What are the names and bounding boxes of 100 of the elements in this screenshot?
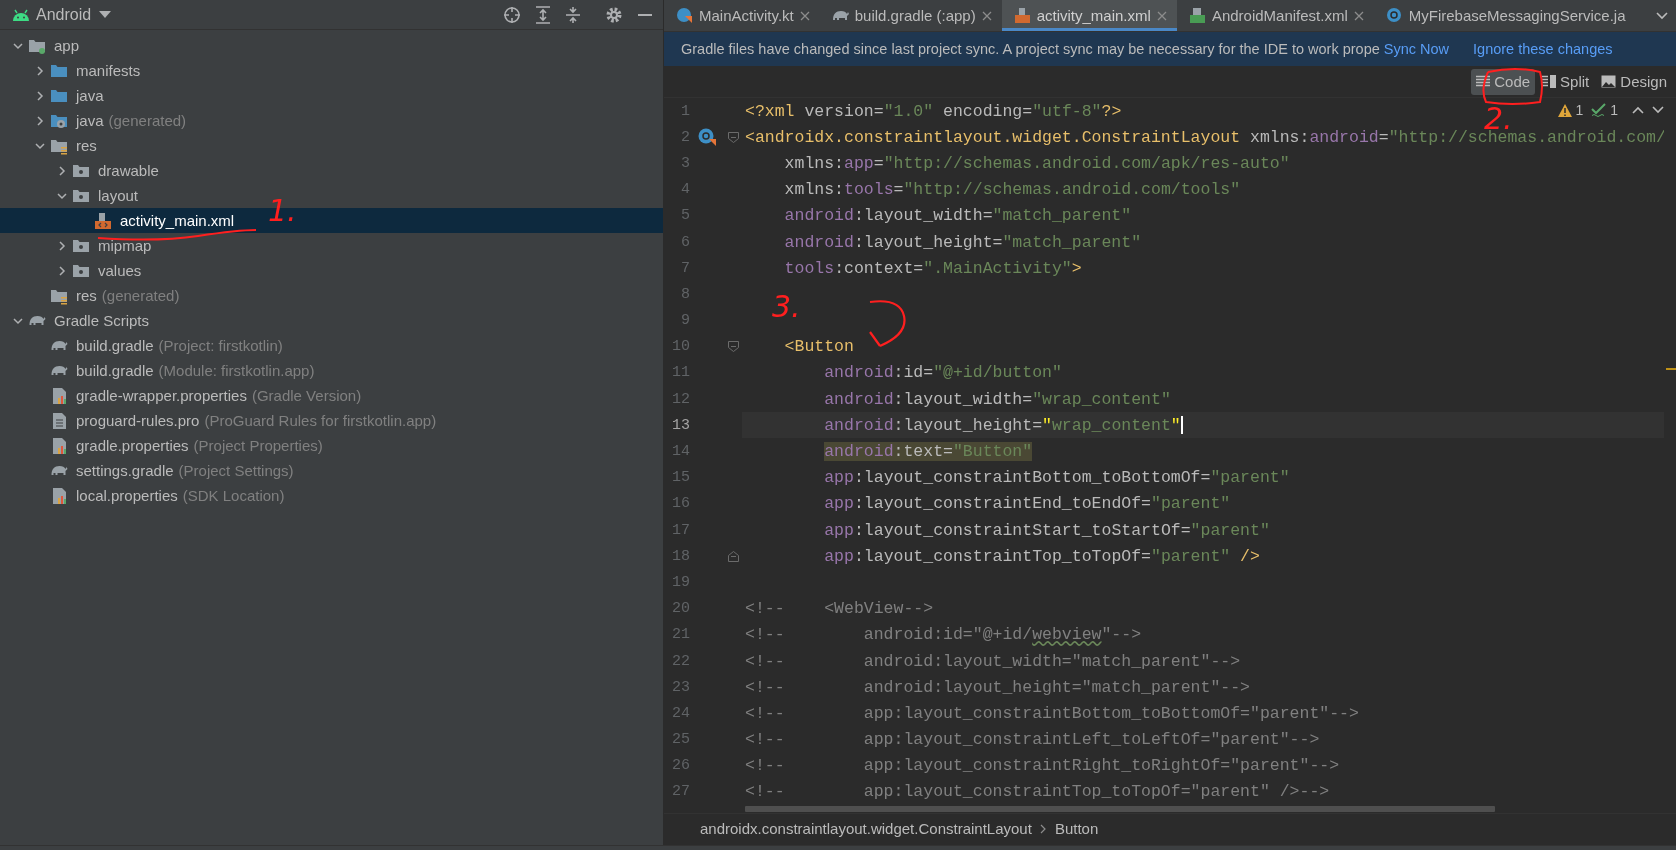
tree-item[interactable]: build.gradle (Module: firstkotlin.app): [30, 358, 315, 383]
inspection-count[interactable]: 1: [1591, 102, 1618, 118]
tree-item[interactable]: local.properties (SDK Location): [30, 483, 285, 508]
close-icon[interactable]: [981, 10, 992, 21]
chevron-right-icon[interactable]: [57, 165, 67, 176]
code-line: <!-- app:layout_constraintBottom_toBottomOf="parent"-->: [745, 703, 1359, 723]
text-cursor: [1180, 416, 1183, 435]
sync-message: Gradle files have changed since last project sync. A project sync may be necessary for the IDE to work prope: [681, 41, 1380, 57]
tree-item[interactable]: proguard-rules.pro (ProGuard Rules for firstkotlin.app): [30, 408, 437, 433]
chevron-right-icon[interactable]: [57, 240, 67, 251]
tree-item[interactable]: manifests: [30, 58, 141, 83]
code-line: tools:context=".MainActivity">: [783, 258, 1082, 278]
chevron-right-icon[interactable]: [57, 265, 67, 276]
line-number: 4: [680, 181, 690, 199]
scrollbar-thumb[interactable]: [745, 806, 1495, 812]
view-dropdown[interactable]: Android: [36, 5, 112, 24]
tree-item[interactable]: Gradle Scripts: [8, 308, 150, 333]
code-line: xmlns:tools="http://schemas.android.com/tools": [783, 180, 1241, 200]
tree-item[interactable]: drawable: [52, 158, 159, 183]
code-line: <!-- app:layout_constraintTop_toTopOf="parent" />-->: [745, 782, 1330, 802]
chevron-down-icon[interactable]: [57, 190, 67, 201]
view-mode-button[interactable]: Code: [1471, 68, 1536, 95]
tree-item[interactable]: res: [30, 133, 97, 158]
line-number: 19: [671, 573, 690, 591]
notice-link[interactable]: Ignore these changes: [1473, 41, 1613, 57]
fold-icon[interactable]: [728, 341, 739, 353]
tree-item[interactable]: app: [8, 33, 80, 58]
chevron-right-icon[interactable]: [35, 90, 45, 101]
code-line: <!-- android:layout_width="match_parent"-->: [745, 651, 1241, 671]
code-line: android:layout_height="match_parent": [783, 232, 1142, 252]
line-number: 14: [671, 443, 690, 461]
tree-item[interactable]: values: [52, 258, 142, 283]
code-line: <!-- android:layout_height="match_parent"-->: [745, 677, 1250, 697]
chevron-down-icon[interactable]: [13, 40, 23, 51]
editor-tab[interactable]: MainActivity.kt: [664, 0, 820, 31]
line-number: 1: [680, 102, 690, 120]
editor-tab[interactable]: activity_main.xml: [1001, 0, 1177, 31]
view-mode-button[interactable]: Design: [1596, 68, 1672, 95]
line-number: 20: [671, 600, 690, 618]
tree-item[interactable]: gradle.properties (Project Properties): [30, 433, 323, 458]
tree-item[interactable]: java (generated): [30, 108, 187, 133]
settings-icon[interactable]: [605, 5, 623, 24]
annotation-text: 3.: [772, 292, 801, 322]
tree-item[interactable]: mipmap: [52, 233, 152, 258]
fold-icon[interactable]: [728, 131, 739, 143]
class-gutter-icon[interactable]: [698, 128, 716, 147]
editor-tab[interactable]: AndroidManifest.xml: [1176, 0, 1374, 31]
locate-icon[interactable]: [503, 5, 521, 24]
line-number: 15: [671, 469, 690, 487]
chevron-up-icon[interactable]: [1632, 106, 1644, 114]
minimize-icon[interactable]: [637, 13, 653, 16]
breadcrumb[interactable]: androidx.constraintlayout.widget.ConstraintLayout: [700, 820, 1032, 837]
fold-icon[interactable]: [728, 550, 739, 562]
expand-all-icon[interactable]: [535, 5, 551, 24]
code-line: app:layout_constraintStart_toStartOf="parent": [823, 520, 1270, 540]
lines-icon: [1476, 75, 1491, 88]
line-number: 9: [680, 312, 690, 330]
notice-link[interactable]: Sync Now: [1383, 41, 1450, 57]
tree-item[interactable]: settings.gradle (Project Settings): [30, 458, 294, 483]
tree-item[interactable]: build.gradle (Project: firstkotlin): [30, 333, 283, 358]
collapse-all-icon[interactable]: [565, 5, 581, 24]
code-line: app:layout_constraintEnd_toEndOf="parent": [823, 494, 1231, 514]
line-number: 2: [680, 128, 690, 146]
check-icon: [1591, 103, 1608, 117]
file-icon: [50, 411, 68, 430]
kotlin-class-icon: [676, 7, 693, 24]
line-number: 25: [671, 731, 690, 749]
elephant-icon: [50, 340, 68, 351]
manifest-file-icon: [1188, 7, 1206, 24]
class-icon: [1385, 7, 1403, 24]
editor-tab[interactable]: build.gradle (:app): [819, 0, 1002, 31]
line-number: 21: [671, 626, 690, 644]
elephant-icon: [50, 465, 68, 476]
tree-item[interactable]: res (generated): [30, 283, 180, 308]
chevron-down-icon[interactable]: [35, 140, 45, 151]
inspection-count[interactable]: 1: [1558, 102, 1584, 118]
line-number: 24: [671, 704, 690, 722]
view-mode-button[interactable]: Split: [1537, 68, 1595, 95]
android-icon: [12, 7, 30, 22]
line-number: 23: [671, 678, 690, 696]
chevron-down-icon[interactable]: [13, 315, 23, 326]
chevron-right-icon: [1039, 823, 1047, 834]
close-icon[interactable]: [799, 10, 810, 21]
chevron-right-icon[interactable]: [35, 115, 45, 126]
code-line: <Button: [783, 337, 854, 357]
chevron-right-icon[interactable]: [35, 65, 45, 76]
code-line: android:layout_width="wrap_content": [823, 389, 1171, 409]
code-line: <!-- app:layout_constraintRight_toRightOf="parent"-->: [745, 756, 1340, 776]
chevron-down-icon[interactable]: [1652, 106, 1664, 114]
image-icon: [1601, 75, 1617, 88]
tree-item[interactable]: layout: [52, 183, 139, 208]
properties-file-icon: [50, 436, 68, 455]
editor-tab[interactable]: MyFirebaseMessagingService.ja: [1373, 0, 1636, 31]
tree-item[interactable]: gradle-wrapper.properties (Gradle Version): [30, 383, 362, 408]
chevron-down-icon[interactable]: [1656, 11, 1668, 20]
tree-item[interactable]: java: [30, 83, 104, 108]
close-icon[interactable]: [1353, 10, 1364, 21]
code-line: app:layout_constraintTop_toTopOf="parent" />: [823, 546, 1260, 566]
breadcrumb[interactable]: Button: [1054, 820, 1099, 837]
elephant-icon: [28, 315, 46, 326]
